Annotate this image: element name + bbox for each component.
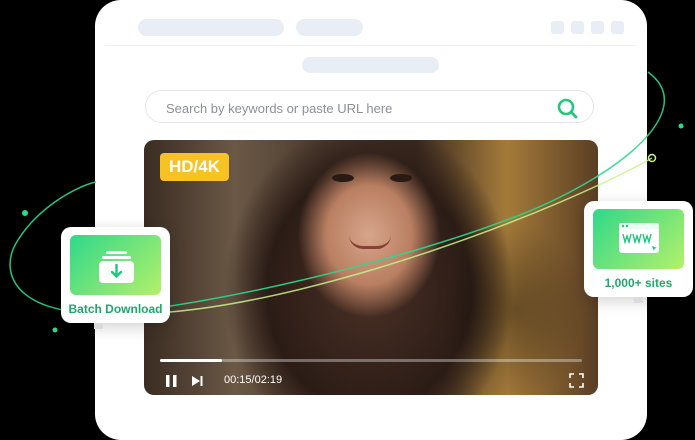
- quality-badge: HD/4K: [160, 153, 230, 181]
- toolbar-divider: [105, 45, 637, 46]
- search-bar: [145, 90, 594, 123]
- pause-icon[interactable]: [165, 374, 178, 388]
- search-input[interactable]: [164, 97, 538, 119]
- batch-download-card[interactable]: Batch Download: [61, 227, 170, 329]
- video-player[interactable]: HD/4K 00:15/02:19: [144, 140, 598, 395]
- batch-download-label: Batch Download: [68, 302, 163, 316]
- skip-next-icon[interactable]: [191, 375, 204, 387]
- progress-fill: [160, 359, 223, 362]
- supported-sites-card[interactable]: 1,000+ sites: [584, 201, 693, 303]
- card-peg: [94, 323, 103, 329]
- window-control: [571, 21, 584, 34]
- tab-placeholder-small: [296, 19, 363, 36]
- time-display: 00:15/02:19: [224, 374, 283, 386]
- window-control: [551, 21, 564, 34]
- window-control: [611, 21, 624, 34]
- video-frame-detail: [349, 235, 391, 249]
- tab-placeholder: [138, 19, 284, 36]
- window-control: [591, 21, 604, 34]
- card-peg: [634, 297, 643, 303]
- address-bar-placeholder: [302, 57, 439, 73]
- download-icon: [99, 251, 134, 283]
- search-icon[interactable]: [555, 96, 579, 120]
- card-tile: [593, 209, 684, 269]
- www-browser-icon: [619, 223, 660, 254]
- fullscreen-icon[interactable]: [569, 373, 584, 388]
- supported-sites-label: 1,000+ sites: [604, 276, 673, 290]
- video-frame-detail: [390, 174, 412, 182]
- card-tile: [70, 235, 161, 295]
- video-frame-detail: [332, 174, 354, 182]
- progress-bar[interactable]: [160, 359, 582, 362]
